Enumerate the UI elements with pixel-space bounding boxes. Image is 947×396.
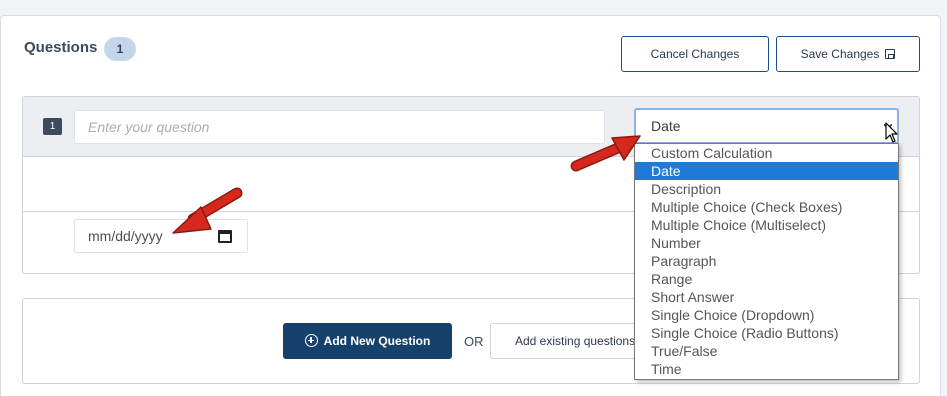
dropdown-option[interactable]: Number xyxy=(635,234,898,252)
dropdown-option[interactable]: True/False xyxy=(635,342,898,360)
dropdown-option[interactable]: Single Choice (Dropdown) xyxy=(635,306,898,324)
add-existing-questions-button[interactable]: Add existing questions xyxy=(490,323,650,359)
add-label: Add New Question xyxy=(323,334,431,348)
question-type-dropdown: Custom Calculation Date Description Mult… xyxy=(634,143,899,380)
cancel-changes-button[interactable]: Cancel Changes xyxy=(621,36,769,72)
dropdown-option[interactable]: Multiple Choice (Multiselect) xyxy=(635,216,898,234)
save-icon xyxy=(885,49,896,59)
add-new-question-button[interactable]: Add New Question xyxy=(283,323,452,359)
dropdown-option[interactable]: Multiple Choice (Check Boxes) xyxy=(635,198,898,216)
date-placeholder: mm/dd/yyyy xyxy=(88,228,163,244)
dropdown-option[interactable]: Paragraph xyxy=(635,252,898,270)
dropdown-option[interactable]: Range xyxy=(635,270,898,288)
annotation-arrow-icon xyxy=(172,187,243,234)
dropdown-option[interactable]: Description xyxy=(635,180,898,198)
question-number-badge: 1 xyxy=(43,118,62,135)
annotation-arrow-icon xyxy=(570,135,641,172)
dropdown-option[interactable]: Custom Calculation xyxy=(635,144,898,162)
page-title: Questions xyxy=(24,39,98,56)
cancel-label: Cancel Changes xyxy=(650,47,740,61)
question-input[interactable]: Enter your question xyxy=(74,110,605,144)
or-label: OR xyxy=(464,334,484,349)
dropdown-option[interactable]: Short Answer xyxy=(635,288,898,306)
question-count-badge: 1 xyxy=(104,37,136,61)
mouse-pointer-icon xyxy=(885,122,898,143)
save-changes-button[interactable]: Save Changes xyxy=(776,36,920,72)
question-type-select[interactable]: Date xyxy=(634,108,899,144)
dropdown-option[interactable]: Single Choice (Radio Buttons) xyxy=(635,324,898,342)
save-label: Save Changes xyxy=(800,47,880,61)
dropdown-option-selected[interactable]: Date xyxy=(635,162,898,180)
dropdown-option[interactable]: Time xyxy=(635,360,898,378)
plus-circle-icon xyxy=(304,334,318,347)
